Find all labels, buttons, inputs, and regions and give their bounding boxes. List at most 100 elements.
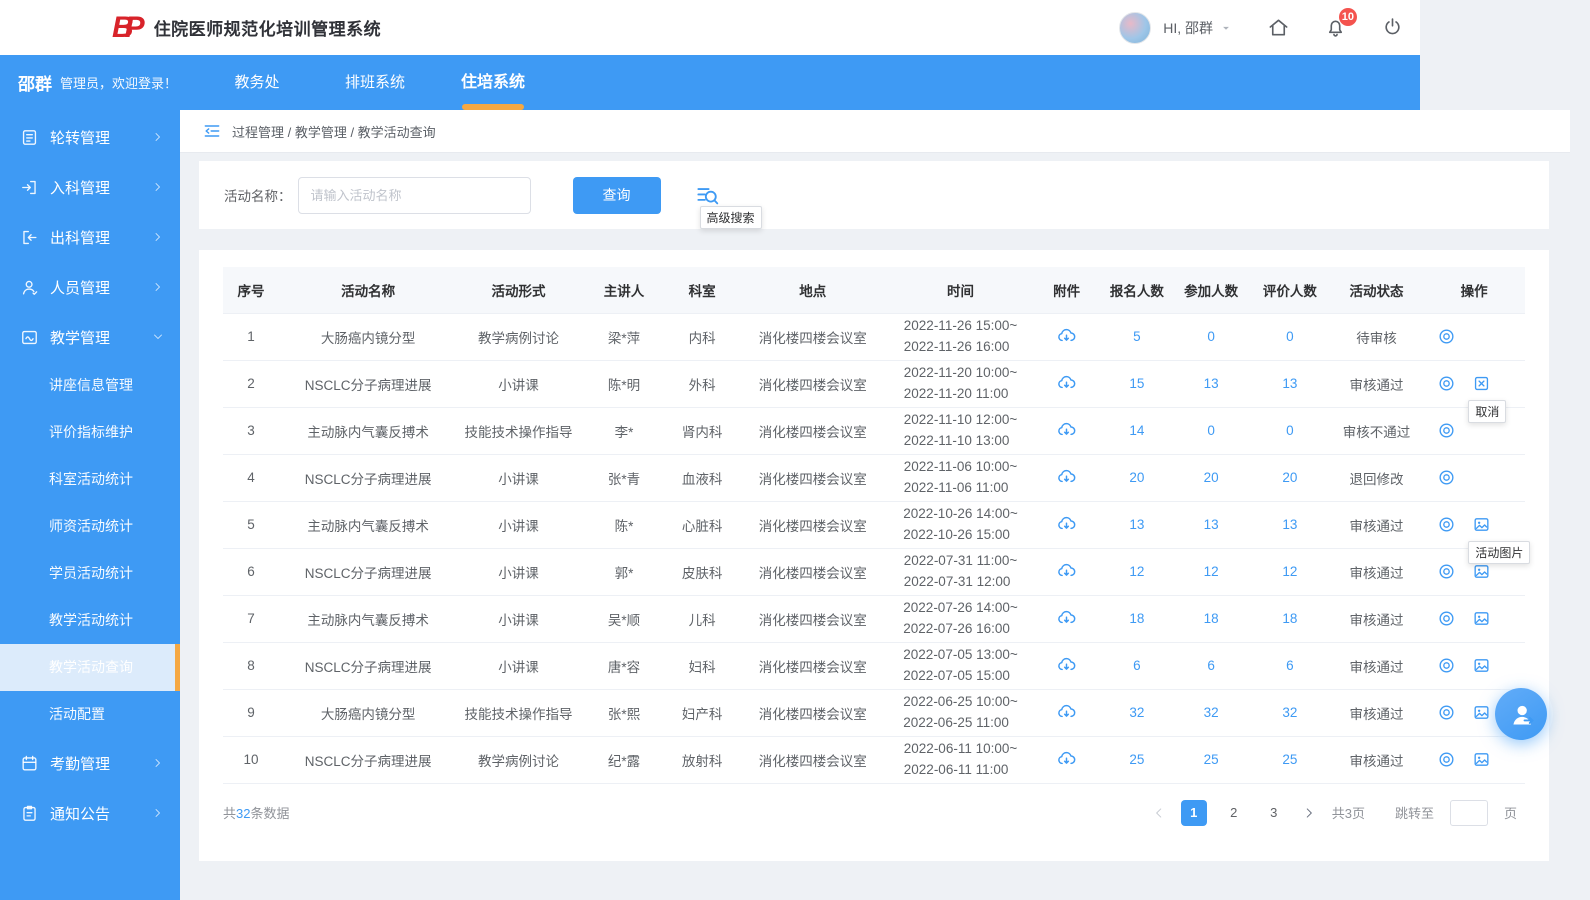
cell-evaluate-count[interactable]: 32 [1250, 689, 1329, 736]
cell-attend-count[interactable]: 0 [1172, 407, 1250, 454]
cell-attend-count[interactable]: 25 [1172, 736, 1250, 783]
cell-evaluate-count[interactable]: 0 [1250, 313, 1329, 360]
activity-image-button[interactable] [1472, 656, 1491, 675]
cell-status: 待审核 [1330, 313, 1424, 360]
cell-signup-count[interactable]: 32 [1102, 689, 1172, 736]
nav-tab-住培系统[interactable]: 住培系统 [434, 55, 552, 110]
view-icon [1437, 562, 1456, 581]
attachment-download[interactable] [1033, 373, 1099, 394]
notice-icon [20, 804, 39, 823]
attachment-download[interactable] [1033, 420, 1099, 441]
sidebar-item-人员管理[interactable]: 人员管理 [0, 262, 180, 312]
sidebar-item-教学管理[interactable]: 教学管理 [0, 312, 180, 362]
cell-evaluate-count[interactable]: 6 [1250, 642, 1329, 689]
attachment-download[interactable] [1033, 467, 1099, 488]
view-button[interactable] [1437, 374, 1456, 393]
view-button[interactable] [1437, 703, 1456, 722]
cell-evaluate-count[interactable]: 18 [1250, 595, 1329, 642]
page-number-1[interactable]: 1 [1181, 800, 1207, 826]
view-button[interactable] [1437, 562, 1456, 581]
user-menu[interactable]: HI, 邵群 [1163, 18, 1233, 38]
cell-attend-count[interactable]: 12 [1172, 548, 1250, 595]
home-icon[interactable] [1267, 16, 1290, 39]
sidebar-item-考勤管理[interactable]: 考勤管理 [0, 738, 180, 788]
page-number-3[interactable]: 3 [1261, 800, 1287, 826]
cell-evaluate-count[interactable]: 12 [1250, 548, 1329, 595]
cell-signup-count[interactable]: 13 [1102, 501, 1172, 548]
view-button[interactable] [1437, 656, 1456, 675]
cell-signup-count[interactable]: 12 [1102, 548, 1172, 595]
cell-signup-count[interactable]: 20 [1102, 454, 1172, 501]
cell-evaluate-count[interactable]: 25 [1250, 736, 1329, 783]
bell-icon[interactable]: 10 [1324, 16, 1347, 39]
time-start: 2022-06-11 10:00~ [904, 739, 1017, 760]
sidebar-item-轮转管理[interactable]: 轮转管理 [0, 112, 180, 162]
collapse-menu-icon[interactable] [202, 121, 222, 141]
next-page-icon[interactable] [1302, 806, 1316, 820]
page-number-2[interactable]: 2 [1221, 800, 1247, 826]
cell-attend-count[interactable]: 18 [1172, 595, 1250, 642]
cell-signup-count[interactable]: 15 [1102, 360, 1172, 407]
query-button[interactable]: 查询 [573, 177, 661, 214]
cell-attend-count[interactable]: 32 [1172, 689, 1250, 736]
cell-attend-count[interactable]: 13 [1172, 360, 1250, 407]
rotation-icon [20, 128, 39, 147]
prev-page-icon[interactable] [1152, 806, 1166, 820]
activity-image-button[interactable]: 活动图片 [1472, 515, 1491, 534]
sidebar-subitem-活动配置[interactable]: 活动配置 [0, 691, 180, 738]
cell-signup-count[interactable]: 5 [1102, 313, 1172, 360]
view-button[interactable] [1437, 421, 1456, 440]
activity-image-button[interactable] [1472, 562, 1491, 581]
logout-power-icon[interactable] [1381, 16, 1404, 39]
sidebar-item-出科管理[interactable]: 出科管理 [0, 212, 180, 262]
nav-tab-排班系统[interactable]: 排班系统 [316, 55, 434, 110]
cell-evaluate-count[interactable]: 20 [1250, 454, 1329, 501]
sidebar-item-label: 通知公告 [50, 803, 152, 824]
view-button[interactable] [1437, 515, 1456, 534]
attachment-download[interactable] [1033, 326, 1099, 347]
cell-attend-count[interactable]: 6 [1172, 642, 1250, 689]
jump-page-input[interactable] [1450, 800, 1488, 826]
sidebar-subitem-教学活动查询[interactable]: 教学活动查询 [0, 644, 180, 691]
time-start: 2022-11-26 15:00~ [904, 316, 1017, 337]
cell-signup-count[interactable]: 6 [1102, 642, 1172, 689]
cell-evaluate-count[interactable]: 13 [1250, 360, 1329, 407]
view-button[interactable] [1437, 468, 1456, 487]
switch-role-fab[interactable] [1495, 688, 1547, 740]
attachment-download[interactable] [1033, 749, 1099, 770]
sidebar-item-入科管理[interactable]: 入科管理 [0, 162, 180, 212]
nav-tab-教务处[interactable]: 教务处 [198, 55, 316, 110]
sidebar-subitem-科室活动统计[interactable]: 科室活动统计 [0, 456, 180, 503]
sidebar-subitem-评价指标维护[interactable]: 评价指标维护 [0, 409, 180, 456]
cancel-button[interactable]: 取消 [1472, 374, 1491, 393]
view-button[interactable] [1437, 609, 1456, 628]
cell-evaluate-count[interactable]: 0 [1250, 407, 1329, 454]
attachment-download[interactable] [1033, 561, 1099, 582]
sidebar-item-通知公告[interactable]: 通知公告 [0, 788, 180, 838]
activity-image-button[interactable] [1472, 609, 1491, 628]
attachment-download[interactable] [1033, 608, 1099, 629]
sidebar-subitem-教学活动统计[interactable]: 教学活动统计 [0, 597, 180, 644]
view-button[interactable] [1437, 327, 1456, 346]
sidebar-subitem-讲座信息管理[interactable]: 讲座信息管理 [0, 362, 180, 409]
cell-signup-count[interactable]: 25 [1102, 736, 1172, 783]
attachment-download[interactable] [1033, 655, 1099, 676]
view-button[interactable] [1437, 750, 1456, 769]
attachment-download[interactable] [1033, 702, 1099, 723]
activity-image-button[interactable] [1472, 750, 1491, 769]
cell-signup-count[interactable]: 18 [1102, 595, 1172, 642]
cell-attend-count[interactable]: 0 [1172, 313, 1250, 360]
cell-evaluate-count[interactable]: 13 [1250, 501, 1329, 548]
sidebar-subitem-学员活动统计[interactable]: 学员活动统计 [0, 550, 180, 597]
cell-attend-count[interactable]: 20 [1172, 454, 1250, 501]
avatar[interactable] [1119, 12, 1151, 44]
advanced-search-icon[interactable]: 高级搜索 [694, 182, 720, 208]
sidebar-subitem-师资活动统计[interactable]: 师资活动统计 [0, 503, 180, 550]
attachment-download[interactable] [1033, 514, 1099, 535]
cell-activity-name: 主动脉内气囊反搏术 [279, 501, 457, 548]
activity-image-button[interactable] [1472, 703, 1491, 722]
activity-name-input[interactable] [298, 177, 531, 214]
cell-attend-count[interactable]: 13 [1172, 501, 1250, 548]
cell-signup-count[interactable]: 14 [1102, 407, 1172, 454]
exit-dept-icon [20, 228, 39, 247]
